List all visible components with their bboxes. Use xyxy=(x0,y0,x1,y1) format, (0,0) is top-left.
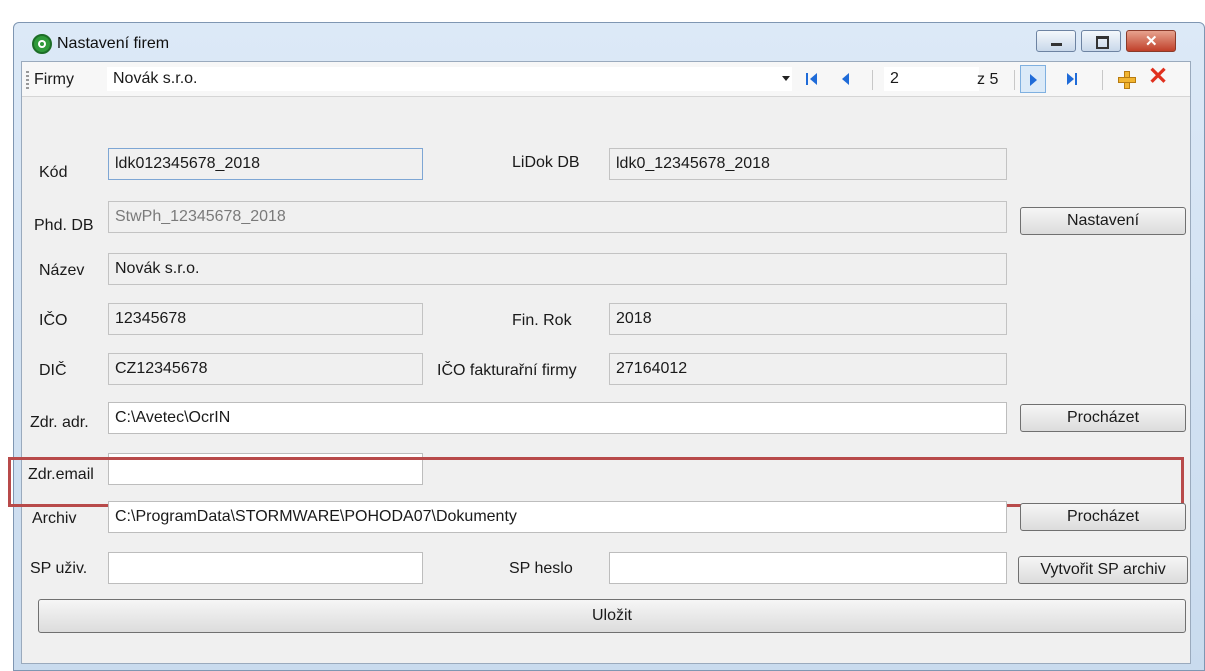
zdradr-label: Zdr. adr. xyxy=(30,414,89,431)
company-combobox-value: Novák s.r.o. xyxy=(113,70,198,87)
spheslo-field[interactable] xyxy=(609,552,1007,584)
delete-icon[interactable]: ✕ xyxy=(1148,65,1168,89)
archiv-label: Archiv xyxy=(32,510,77,527)
ico-fakturacni-label: IČO fakturařní firmy xyxy=(437,362,577,379)
dropdown-arrow-icon[interactable] xyxy=(782,76,790,81)
nastaveni-button[interactable]: Nastavení xyxy=(1020,207,1186,235)
lidok-label: LiDok DB xyxy=(512,154,580,171)
last-record-button[interactable] xyxy=(1062,68,1084,90)
title-bar[interactable]: Nastavení firem xyxy=(14,23,1204,61)
first-record-button[interactable] xyxy=(802,68,824,90)
nazev-field[interactable]: Novák s.r.o. xyxy=(108,253,1007,285)
minimize-button[interactable] xyxy=(1036,30,1076,52)
add-icon[interactable] xyxy=(1118,71,1136,89)
kod-label: Kód xyxy=(39,164,68,181)
toolbar-grip-icon[interactable] xyxy=(26,71,29,89)
dic-label: DIČ xyxy=(39,362,67,379)
close-button[interactable] xyxy=(1126,30,1176,52)
dic-field[interactable]: CZ12345678 xyxy=(108,353,423,385)
finrok-label: Fin. Rok xyxy=(512,312,572,329)
prev-record-button[interactable] xyxy=(834,68,856,90)
last-record-icon xyxy=(1067,73,1074,85)
zdradr-field[interactable]: C:\Avetec\OcrIN xyxy=(108,402,1007,434)
phd-label: Phd. DB xyxy=(34,217,94,234)
ico-label: IČO xyxy=(39,312,68,329)
record-count: z 5 xyxy=(977,71,999,88)
phd-field[interactable]: StwPh_12345678_2018 xyxy=(108,201,1007,233)
kod-field[interactable]: ldk012345678_2018 xyxy=(108,148,423,180)
ulozit-button[interactable]: Uložit xyxy=(38,599,1186,633)
archiv-field[interactable]: C:\ProgramData\STORMWARE\POHODA07\Dokume… xyxy=(108,501,1007,533)
spuziv-label: SP uživ. xyxy=(30,560,88,577)
company-combobox[interactable]: Novák s.r.o. xyxy=(107,67,792,91)
ico-field[interactable]: 12345678 xyxy=(108,303,423,335)
maximize-button[interactable] xyxy=(1081,30,1121,52)
archiv-browse-button[interactable]: Procházet xyxy=(1020,503,1186,531)
app-icon xyxy=(32,34,52,54)
record-position-input[interactable]: 2 xyxy=(884,67,979,91)
next-record-button[interactable] xyxy=(1020,65,1046,93)
finrok-field[interactable]: 2018 xyxy=(609,303,1007,335)
nazev-label: Název xyxy=(39,262,85,279)
archiv-highlight-frame xyxy=(8,457,1184,507)
next-record-icon xyxy=(1030,74,1037,86)
spheslo-label: SP heslo xyxy=(509,560,573,577)
ico-fakturacni-field[interactable]: 27164012 xyxy=(609,353,1007,385)
prev-record-icon xyxy=(842,73,849,85)
window-title: Nastavení firem xyxy=(57,35,170,52)
first-record-icon xyxy=(806,73,808,85)
record-position-value: 2 xyxy=(890,70,899,87)
zdradr-browse-button[interactable]: Procházet xyxy=(1020,404,1186,432)
vytvorit-sp-archiv-button[interactable]: Vytvořit SP archiv xyxy=(1018,556,1188,584)
lidok-field[interactable]: ldk0_12345678_2018 xyxy=(609,148,1007,180)
company-label: Firmy xyxy=(34,71,74,88)
spuziv-field[interactable] xyxy=(108,552,423,584)
navigator-toolbar: Firmy Novák s.r.o. 2 z 5 ✕ xyxy=(22,62,1190,97)
